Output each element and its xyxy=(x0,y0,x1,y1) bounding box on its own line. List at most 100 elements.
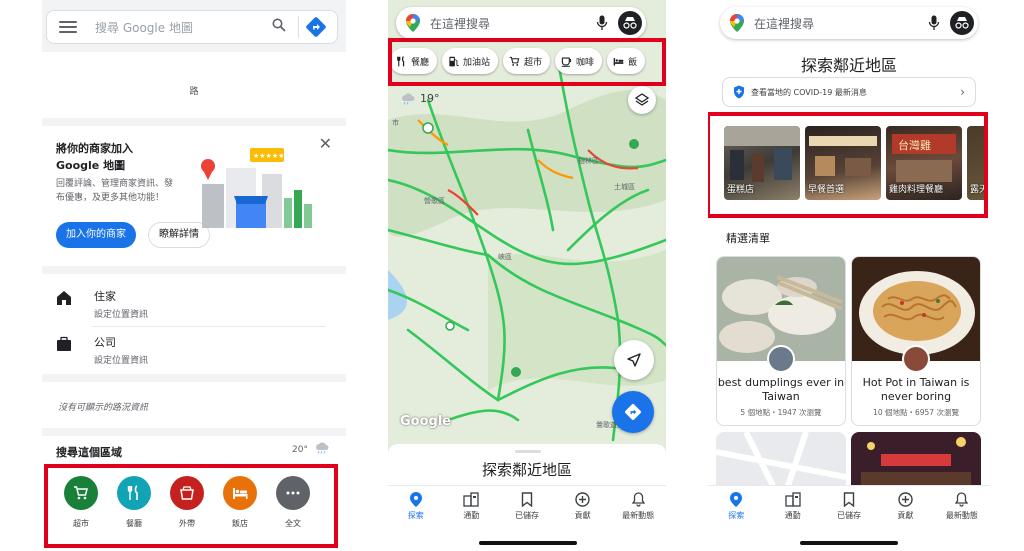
business-promo-card: 將你的商家加入 Google 地圖 回覆評論、管理商家資訊、發布優惠，及更多其他… xyxy=(42,126,346,266)
tab-commute[interactable]: 通勤 xyxy=(444,486,500,525)
directions-button[interactable] xyxy=(612,391,654,433)
night-market-photo xyxy=(861,437,971,492)
category-supermarket[interactable]: 超市 xyxy=(54,476,108,529)
category-label: 餐廳 xyxy=(126,519,142,528)
list-card-map-preview[interactable] xyxy=(716,432,846,492)
category-restaurant[interactable]: 餐廳 xyxy=(107,476,161,529)
menu-icon[interactable] xyxy=(59,21,77,33)
page-title: 探索鄰近地區 xyxy=(800,56,897,75)
ios-maps-screen: 市 樹林區 土城區 營歌區 峽區 鶯歌遊樂園 在這裡搜尋 餐廳 加油站 超市 咖… xyxy=(388,0,666,551)
place-work[interactable]: 公司 設定位置資訊 xyxy=(56,334,148,366)
tab-explore[interactable]: 探索 xyxy=(708,486,764,525)
search-placeholder[interactable]: 在這裡搜尋 xyxy=(754,15,928,32)
map-preview xyxy=(716,432,846,492)
chip-label: 咖啡 xyxy=(576,57,595,68)
chip-supermarket[interactable]: 超市 xyxy=(503,48,551,74)
card-title: best dumplings ever in Taiwan xyxy=(717,376,845,403)
temperature: 19° xyxy=(420,92,440,105)
search-bar[interactable]: 在這裡搜尋 xyxy=(720,7,978,39)
explore-area-section: 搜尋這個區域 20° 超市 餐廳 外帶 飯店 全文 xyxy=(42,436,346,551)
commute-icon xyxy=(463,492,480,507)
tab-contribute[interactable]: 貢獻 xyxy=(877,486,933,525)
category-more[interactable]: 全文 xyxy=(266,476,320,529)
category-label: 早餐首選 xyxy=(808,185,845,195)
road-label: 路 xyxy=(189,87,199,97)
close-icon[interactable]: ✕ xyxy=(319,134,332,153)
bottom-sheet[interactable]: 探索鄰近地區 探索 通勤 已儲存 貢獻 最新動態 xyxy=(388,444,666,551)
restaurant-icon xyxy=(117,476,151,510)
rain-cloud-icon xyxy=(402,92,415,105)
section-title: 精選清單 xyxy=(726,232,770,245)
search-icon[interactable] xyxy=(266,18,292,36)
chip-hotel[interactable]: 飯 xyxy=(607,48,646,74)
android-maps-screen: 搜尋 Google 地圖 路 將你的商家加入 Google 地圖 回覆評論、管理… xyxy=(42,0,346,551)
tab-commute[interactable]: 通勤 xyxy=(764,486,820,525)
map-label: 樹林區 xyxy=(578,157,599,165)
chevron-right-icon: › xyxy=(960,85,965,99)
traffic-info: 沒有可顯示的路況資訊 xyxy=(42,382,346,428)
search-placeholder[interactable]: 搜尋 Google 地圖 xyxy=(95,19,266,36)
category-breakfast[interactable]: 早餐首選 xyxy=(805,126,881,200)
my-location-button[interactable] xyxy=(614,340,654,380)
category-carousel[interactable]: 蛋糕店 早餐首選 台灣雞 雞肉料理餐廳 露天 xyxy=(724,126,986,200)
saved-places-list: 住家 設定位置資訊 公司 設定位置資訊 xyxy=(42,274,346,374)
sheet-title: 探索鄰近地區 xyxy=(481,461,572,479)
category-takeout[interactable]: 外帶 xyxy=(160,476,214,529)
mic-icon[interactable] xyxy=(928,15,940,31)
category-label: 外帶 xyxy=(179,519,195,528)
chip-label: 加油站 xyxy=(463,57,491,68)
covid-text: 查看當地的 COVID-19 最新消息 xyxy=(751,87,867,97)
commute-icon xyxy=(784,492,801,507)
directions-icon[interactable] xyxy=(305,16,327,38)
category-outdoor[interactable]: 露天 xyxy=(967,126,986,200)
map-label: 營歌區 xyxy=(424,197,445,205)
mic-icon[interactable] xyxy=(596,15,608,31)
chip-label: 餐廳 xyxy=(411,57,430,68)
search-bar[interactable]: 搜尋 Google 地圖 xyxy=(46,10,338,44)
tab-label: 已儲存 xyxy=(514,511,539,520)
tab-label: 最新動態 xyxy=(945,511,978,520)
divider xyxy=(92,326,326,327)
layers-button[interactable] xyxy=(628,86,656,114)
list-card-hotpot[interactable]: Hot Pot in Taiwan is never boring 10 個地點… xyxy=(851,256,981,426)
search-bar[interactable]: 在這裡搜尋 xyxy=(396,7,646,39)
google-maps-pin-icon xyxy=(406,14,420,32)
map-strip[interactable]: 路 xyxy=(42,52,346,118)
category-chicken[interactable]: 台灣雞 雞肉料理餐廳 xyxy=(886,126,962,200)
tab-label: 貢獻 xyxy=(897,511,914,520)
tab-contribute[interactable]: 貢獻 xyxy=(555,486,611,525)
chip-coffee[interactable]: 咖啡 xyxy=(555,48,603,74)
add-business-button[interactable]: 加入你的商家 xyxy=(56,222,136,248)
drag-handle[interactable] xyxy=(515,450,541,453)
incognito-avatar-icon[interactable] xyxy=(618,11,642,35)
google-maps-pin-icon xyxy=(730,14,744,32)
bottom-tab-bar: 探索 通勤 已儲存 貢獻 最新動態 xyxy=(708,485,990,525)
bookmark-icon xyxy=(843,492,855,507)
chip-gas-station[interactable]: 加油站 xyxy=(442,48,499,74)
map-label: 峽區 xyxy=(498,253,512,261)
category-hotel[interactable]: 飯店 xyxy=(213,476,267,529)
storefront-illustration-icon: ★★★★★ xyxy=(201,148,312,228)
tab-updates[interactable]: 最新動態 xyxy=(934,486,990,525)
tab-updates[interactable]: 最新動態 xyxy=(610,486,666,525)
category-bakery[interactable]: 蛋糕店 xyxy=(724,126,800,200)
category-chips: 餐廳 加油站 超市 咖啡 飯 xyxy=(390,48,666,74)
tab-saved[interactable]: 已儲存 xyxy=(821,486,877,525)
bell-icon xyxy=(955,492,969,507)
search-placeholder[interactable]: 在這裡搜尋 xyxy=(430,15,596,32)
tab-saved[interactable]: 已儲存 xyxy=(499,486,555,525)
list-card-dumplings[interactable]: best dumplings ever in Taiwan 5 個地點・1947… xyxy=(716,256,846,426)
place-subtitle: 設定位置資訊 xyxy=(94,310,149,320)
briefcase-icon xyxy=(57,336,71,351)
tab-explore[interactable]: 探索 xyxy=(388,486,444,525)
chip-label: 超市 xyxy=(524,57,543,68)
avatar xyxy=(902,345,930,373)
list-card-night-market[interactable] xyxy=(851,432,981,492)
covid-info-banner[interactable]: 查看當地的 COVID-19 最新消息 › xyxy=(722,77,976,107)
chip-restaurant[interactable]: 餐廳 xyxy=(390,48,438,74)
incognito-avatar-icon[interactable] xyxy=(950,11,974,35)
restaurant-icon xyxy=(397,55,405,66)
temperature: 20° xyxy=(292,445,308,455)
card-title: Hot Pot in Taiwan is never boring xyxy=(862,376,970,403)
place-home[interactable]: 住家 設定位置資訊 xyxy=(56,288,148,320)
